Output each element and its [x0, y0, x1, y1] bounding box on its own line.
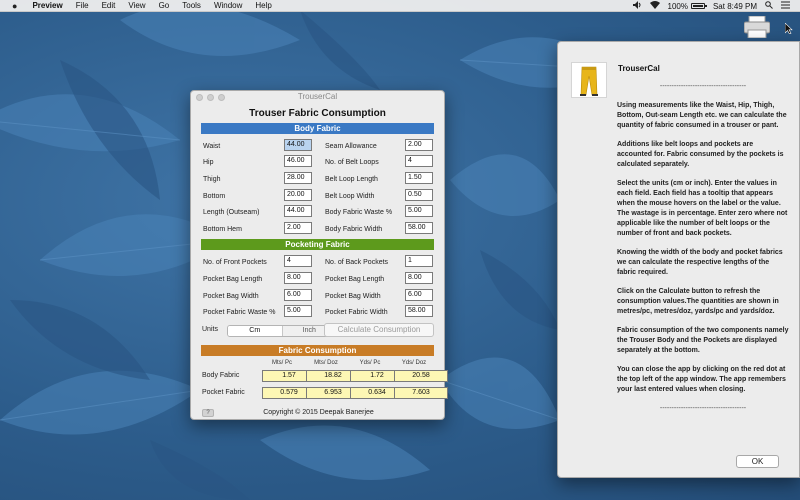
pocket-fabric-waste-field[interactable]: 5.00	[284, 305, 312, 317]
help-paragraph: Fabric consumption of the two components…	[617, 327, 789, 354]
back-pockets-label: No. of Back Pockets	[325, 259, 389, 266]
belt-loop-length-label: Belt Loop Length	[325, 176, 378, 183]
back-pockets-field[interactable]: 1	[405, 255, 433, 267]
printer-icon[interactable]	[743, 15, 771, 39]
belt-loops-field[interactable]: 4	[405, 155, 433, 167]
help-button[interactable]: ?	[202, 409, 214, 417]
front-pockets-field[interactable]: 4	[284, 255, 312, 267]
units-label: Units	[202, 326, 218, 333]
menu-view[interactable]: View	[128, 1, 145, 10]
back-pocket-bag-width-field[interactable]: 6.00	[405, 289, 433, 301]
thigh-field[interactable]: 28.00	[284, 172, 312, 184]
status-area: 100% Sat 8:49 PM	[625, 0, 790, 12]
body-fabric-row-label: Body Fabric	[202, 372, 240, 379]
mouse-cursor-icon	[784, 22, 793, 36]
pocketing-fabric-header: Pocketing Fabric	[201, 239, 434, 250]
seam-allowance-field[interactable]: 2.00	[405, 139, 433, 151]
units-segmented-control: Cm Inch	[227, 325, 337, 337]
belt-loop-length-field[interactable]: 1.50	[405, 172, 433, 184]
col-header-mts-pc: Mts/ Pc	[271, 360, 292, 366]
battery-icon[interactable]	[690, 3, 707, 9]
body-fabric-width-label: Body Fabric Width	[325, 226, 383, 233]
calculate-consumption-button[interactable]: Calculate Consumption	[324, 323, 434, 337]
front-pocket-bag-width-field[interactable]: 6.00	[284, 289, 312, 301]
help-paragraph: Additions like belt loops and pockets ar…	[617, 141, 784, 168]
window-titlebar[interactable]: TrouserCal	[191, 91, 444, 103]
seam-allowance-label: Seam Allowance	[325, 143, 377, 150]
help-paragraph: Using measurements like the Waist, Hip, …	[617, 102, 787, 129]
copyright-text: Copyright © 2015 Deepak Banerjee	[263, 409, 374, 416]
fabric-consumption-header: Fabric Consumption	[201, 345, 434, 356]
pocket-yds-doz-value: 7.603	[394, 387, 448, 399]
bottom-field[interactable]: 20.00	[284, 189, 312, 201]
col-header-mts-doz: Mts/ Doz	[314, 360, 338, 366]
menu-help[interactable]: Help	[255, 1, 271, 10]
length-outseam-label: Length (Outseam)	[203, 209, 260, 216]
minimize-window-button[interactable]	[207, 94, 214, 101]
help-paragraph: Click on the Calculate button to refresh…	[617, 288, 779, 315]
pocket-fabric-waste-label: Pocket Fabric Waste %	[203, 309, 276, 316]
help-paragraph: You can close the app by clicking on the…	[617, 366, 786, 393]
pocket-fabric-width-label: Pocket Fabric Width	[325, 309, 388, 316]
menu-go[interactable]: Go	[159, 1, 170, 10]
bottom-hem-field[interactable]: 2.00	[284, 222, 312, 234]
hip-field[interactable]: 46.00	[284, 155, 312, 167]
help-paragraph: Knowing the width of the body and pocket…	[617, 249, 783, 276]
help-text: ------------------------------------- Us…	[617, 82, 789, 423]
menu-window[interactable]: Window	[214, 1, 242, 10]
ok-button[interactable]: OK	[736, 455, 779, 468]
pocket-fabric-row-label: Pocket Fabric	[202, 389, 245, 396]
clock[interactable]: Sat 8:49 PM	[713, 2, 757, 11]
units-cm-option[interactable]: Cm	[228, 326, 282, 336]
body-yds-doz-value: 20.58	[394, 370, 448, 382]
close-window-button[interactable]	[196, 94, 203, 101]
length-outseam-field[interactable]: 44.00	[284, 205, 312, 217]
menu-app-name[interactable]: Preview	[32, 1, 62, 10]
body-fabric-width-field[interactable]: 58.00	[405, 222, 433, 234]
menu-edit[interactable]: Edit	[102, 1, 116, 10]
body-fabric-waste-label: Body Fabric Waste %	[325, 209, 393, 216]
help-paragraph: Select the units (cm or inch). Enter the…	[617, 180, 788, 237]
belt-loop-width-label: Belt Loop Width	[325, 193, 375, 200]
menu-bar: ● Preview File Edit View Go Tools Window…	[0, 0, 800, 12]
apple-menu-icon[interactable]: ●	[12, 1, 17, 11]
help-title: TrouserCal	[618, 64, 660, 73]
front-pocket-bag-length-field[interactable]: 8.00	[284, 272, 312, 284]
page-title: Trouser Fabric Consumption	[249, 108, 386, 119]
waist-field[interactable]: 44.00	[284, 139, 312, 151]
zoom-window-button[interactable]	[218, 94, 225, 101]
hip-label: Hip	[203, 159, 214, 166]
window-title: TrouserCal	[297, 92, 338, 101]
volume-icon[interactable]	[632, 1, 642, 11]
bottom-hem-label: Bottom Hem	[203, 226, 242, 233]
back-pocket-bag-width-label: Pocket Bag Width	[325, 293, 381, 300]
wifi-icon[interactable]	[649, 1, 660, 11]
front-pocket-bag-length-label: Pocket Bag Length	[203, 276, 263, 283]
trousercal-window: TrouserCal Trouser Fabric Consumption Bo…	[190, 90, 448, 420]
back-pocket-bag-length-label: Pocket Bag Length	[325, 276, 385, 283]
pocket-fabric-width-field[interactable]: 58.00	[405, 305, 433, 317]
menu-file[interactable]: File	[76, 1, 89, 10]
front-pocket-bag-width-label: Pocket Bag Width	[203, 293, 259, 300]
help-separator-top: -------------------------------------	[659, 83, 747, 90]
waist-label: Waist	[203, 143, 221, 150]
belt-loops-label: No. of Belt Loops	[325, 159, 379, 166]
body-fabric-header: Body Fabric	[201, 123, 434, 134]
trousers-app-icon	[571, 62, 607, 98]
thigh-label: Thigh	[203, 176, 221, 183]
help-separator-bottom: -------------------------------------	[659, 405, 747, 412]
body-fabric-waste-field[interactable]: 5.00	[405, 205, 433, 217]
col-header-yds-doz: Yds/ Doz	[401, 360, 427, 366]
spotlight-icon[interactable]	[765, 1, 773, 11]
front-pockets-label: No. of Front Pockets	[203, 259, 267, 266]
help-window: TrouserCal -----------------------------…	[557, 41, 800, 478]
back-pocket-bag-length-field[interactable]: 8.00	[405, 272, 433, 284]
bottom-label: Bottom	[203, 193, 226, 200]
list-icon[interactable]	[781, 1, 790, 11]
belt-loop-width-field[interactable]: 0.50	[405, 189, 433, 201]
col-header-yds-pc: Yds/ Pc	[359, 360, 381, 366]
menu-tools[interactable]: Tools	[182, 1, 201, 10]
battery-percent: 100%	[667, 1, 688, 11]
